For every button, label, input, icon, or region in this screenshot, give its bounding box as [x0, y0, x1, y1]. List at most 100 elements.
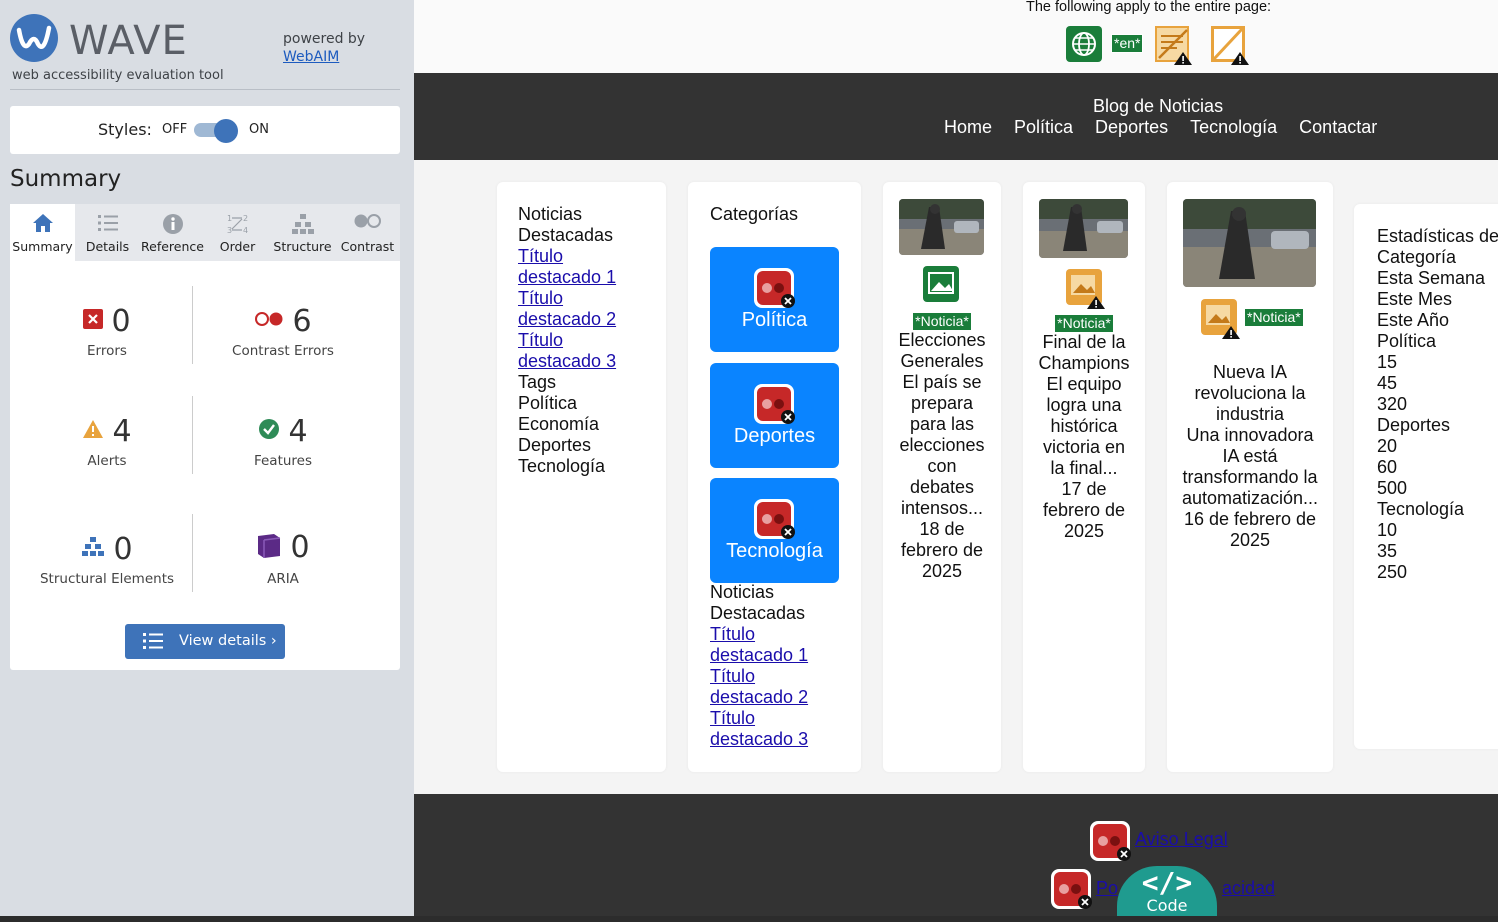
categories-card: Categorías Política Deportes Tecnología: [688, 182, 861, 772]
alerts-metric[interactable]: 4 Alerts: [17, 413, 197, 469]
news-line: 2025: [1063, 521, 1105, 541]
stats-line: 45: [1377, 373, 1398, 393]
tab-label: Structure: [273, 239, 332, 254]
news-line: 2025: [1229, 530, 1271, 550]
language-globe-icon[interactable]: [1066, 26, 1102, 67]
nav-contactar[interactable]: Contactar: [1299, 117, 1377, 138]
news-line: El país se: [902, 372, 982, 392]
nav-home[interactable]: Home: [944, 117, 992, 138]
language-badge[interactable]: *en*: [1111, 34, 1144, 53]
errors-metric[interactable]: 0 Errors: [17, 303, 197, 359]
code-toggle-button[interactable]: </> Code: [1117, 866, 1217, 922]
webaim-link[interactable]: WebAIM: [283, 49, 339, 65]
stats-line: Categoría: [1377, 247, 1457, 267]
contrast-errors-metric[interactable]: 6 Contrast Errors: [193, 303, 373, 360]
category-button-tecnologia[interactable]: Tecnología: [710, 478, 839, 583]
missing-heading-alert-icon[interactable]: [1209, 24, 1251, 71]
tab-structure[interactable]: Structure: [270, 204, 335, 261]
list-icon: [97, 213, 119, 236]
view-details-button[interactable]: View details ›: [125, 624, 285, 659]
news-line: Generales: [900, 351, 984, 371]
tab-contrast[interactable]: Contrast: [335, 204, 400, 261]
feature-check-icon: [258, 418, 280, 444]
stats-line: Esta Semana: [1377, 268, 1486, 288]
footer-link-aviso-legal[interactable]: Aviso Legal: [1135, 829, 1228, 850]
featured-title-line: Noticias: [710, 582, 775, 602]
contrast-icon: [353, 213, 383, 232]
image-alt-alert-icon[interactable]: [1065, 268, 1107, 315]
nav-tecnologia[interactable]: Tecnología: [1190, 117, 1277, 138]
tab-summary[interactable]: Summary: [10, 204, 75, 261]
tab-reference[interactable]: Reference: [140, 204, 205, 261]
news-card: *Noticia* Elecciones Generales El país s…: [883, 182, 1001, 772]
featured-link-3[interactable]: Título destacado 3: [710, 708, 808, 750]
structure-metric[interactable]: 0 Structural Elements: [17, 531, 197, 588]
image-feature-icon[interactable]: [923, 266, 961, 309]
image-alt-alert-icon[interactable]: [1200, 298, 1242, 345]
empty-link-error-icon[interactable]: [1050, 868, 1094, 917]
stats-line: 60: [1377, 457, 1398, 477]
news-line: intensos...: [900, 498, 984, 518]
styles-toggle-box: Styles: OFF ON: [10, 106, 400, 154]
svg-text:2: 2: [243, 214, 248, 223]
info-icon: [162, 213, 184, 238]
news-badge-wrap: *Noticia*: [883, 310, 1001, 331]
news-line: Nueva IA: [1212, 362, 1288, 382]
news-line: industria: [1215, 404, 1285, 424]
contrast-errors-count: 6: [292, 303, 312, 339]
features-metric[interactable]: 4 Features: [193, 413, 373, 470]
wave-tagline: web accessibility evaluation tool: [12, 68, 224, 83]
category-button-politica[interactable]: Política: [710, 247, 839, 352]
structure-count: 0: [113, 531, 133, 567]
news-line: febrero de: [900, 540, 984, 560]
category-label: Deportes: [733, 425, 816, 447]
structure-label: Structural Elements: [39, 571, 175, 587]
view-details-label: View details ›: [179, 633, 277, 649]
featured-link-2[interactable]: Título destacado 2: [518, 288, 616, 330]
powered-by-label: powered by: [283, 31, 366, 47]
news-line: IA está: [1222, 446, 1278, 466]
news-text: Elecciones Generales El país se prepara …: [883, 330, 1001, 582]
aria-icon: [256, 532, 282, 562]
news-line: elecciones: [899, 435, 985, 455]
footer-link-privacidad-tail[interactable]: acidad: [1222, 878, 1275, 899]
category-label: Tecnología: [726, 540, 823, 562]
main-nav: Home Política Deportes Tecnología Contac…: [944, 117, 1377, 138]
horizontal-scrollbar[interactable]: [0, 916, 1498, 922]
news-line: El equipo: [1046, 374, 1122, 394]
tab-details[interactable]: Details: [75, 204, 140, 261]
news-badge-wrap: *Noticia*: [1023, 312, 1145, 333]
stats-line: Deportes: [1377, 415, 1451, 435]
nav-deportes[interactable]: Deportes: [1095, 117, 1168, 138]
featured-link-1[interactable]: Título destacado 1: [518, 246, 616, 288]
featured-link-2[interactable]: Título destacado 2: [710, 666, 808, 708]
stats-line: 35: [1377, 541, 1398, 561]
news-badge-wrap: *Noticia*: [1244, 306, 1304, 327]
featured-link-3[interactable]: Título destacado 3: [518, 330, 616, 372]
error-icon: [83, 309, 104, 333]
styles-toggle-knob[interactable]: [214, 119, 238, 143]
featured-card: Noticias Destacadas Título destacado 1 Tí…: [497, 182, 666, 772]
page-title-alert-icon[interactable]: [1153, 24, 1193, 71]
evaluated-page: The following apply to the entire page: …: [414, 0, 1498, 922]
tab-label: Order: [219, 239, 256, 254]
alerts-count: 4: [112, 413, 132, 449]
aria-metric[interactable]: 0 ARIA: [193, 527, 373, 587]
news-line: histórica: [1050, 416, 1118, 436]
site-title: Blog de Noticias: [1093, 96, 1224, 116]
features-label: Features: [253, 453, 313, 469]
empty-link-error-icon[interactable]: [1089, 820, 1133, 869]
styles-off-label: OFF: [162, 122, 188, 137]
news-line: 2025: [921, 561, 963, 581]
svg-text:4: 4: [243, 226, 248, 235]
contrast-errors-label: Contrast Errors: [232, 343, 334, 359]
tab-order[interactable]: 1 2 3 4 Order: [205, 204, 270, 261]
footer-link-privacidad[interactable]: Po: [1096, 878, 1118, 899]
svg-text:1: 1: [227, 214, 232, 223]
category-button-deportes[interactable]: Deportes: [710, 363, 839, 468]
nav-politica[interactable]: Política: [1014, 117, 1073, 138]
featured-link-1[interactable]: Título destacado 1: [710, 624, 808, 666]
news-badge: *Noticia*: [912, 312, 972, 331]
news-thumbnail: [899, 199, 984, 255]
stats-line: 10: [1377, 520, 1398, 540]
